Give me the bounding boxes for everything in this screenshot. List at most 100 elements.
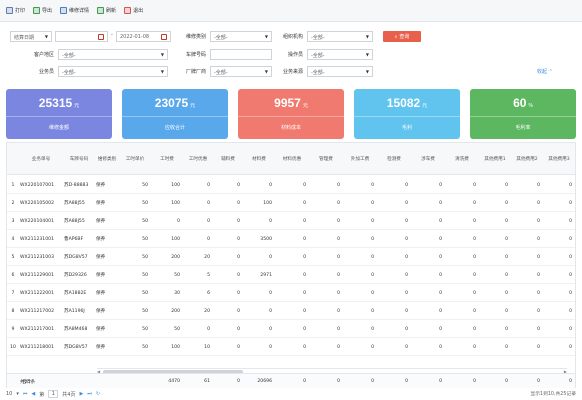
toolbar-button-2[interactable]: 维修详情 <box>60 7 89 14</box>
prev-page-icon[interactable]: ◀ <box>31 391 35 397</box>
card-number: 15082 <box>386 96 421 110</box>
table-cell: 0 <box>569 272 572 278</box>
table-cell: 0 <box>337 218 340 224</box>
totals-cell <box>119 374 151 389</box>
table-cell: 0 <box>505 254 508 260</box>
column-header[interactable]: 其他费用1 <box>479 143 511 175</box>
table-cell: 50 <box>174 272 180 278</box>
factory-select[interactable]: -全部- ▼ <box>210 66 272 77</box>
row-number: 2 <box>11 200 15 206</box>
table-cell: 0 <box>207 200 210 206</box>
table-row[interactable]: 5 WX211231003 苏DG8V57 保养 50 200 20 0 0 0 0 0 0 0 0 0 0 0 <box>7 248 575 266</box>
table-cell: 50 <box>142 218 148 224</box>
table-cell: 0 <box>207 182 210 188</box>
toolbar-button-1[interactable]: 导出 <box>33 7 52 14</box>
table-row[interactable]: 9 WX211217001 苏A8M468 保养 50 50 0 0 0 0 0 0 0 0 0 0 0 0 <box>7 320 575 338</box>
table-cell: 0 <box>207 218 210 224</box>
date-type-select[interactable]: 结算日期 ▼ <box>10 31 52 42</box>
toolbar-button-3[interactable]: 刷新 <box>97 7 116 14</box>
collapse-toggle[interactable]: 收起 ⌃ <box>537 68 553 75</box>
table-cell: 0 <box>371 218 374 224</box>
column-header[interactable]: 管理费 <box>309 143 343 175</box>
page-size-select[interactable]: 10 <box>6 391 12 397</box>
calendar-icon <box>98 34 104 40</box>
next-page-icon[interactable]: ▶ <box>79 391 83 397</box>
column-header[interactable]: 车牌号码 <box>63 143 95 175</box>
search-button[interactable]: ⌕ 查询 <box>383 31 421 42</box>
plate-input[interactable] <box>210 49 272 60</box>
table-cell: 50 <box>142 182 148 188</box>
search-icon: ⌕ <box>394 33 398 40</box>
table-cell: WX220105002 <box>20 200 54 206</box>
operator-select[interactable]: -全部- ▼ <box>307 49 373 60</box>
table-cell: 0 <box>439 272 442 278</box>
card-value: 60% <box>470 96 576 110</box>
table-row[interactable]: 1 WX220107001 苏D-88883 保养 50 100 0 0 0 0 0 0 0 0 0 0 0 0 <box>7 176 575 194</box>
table-cell: 20 <box>204 308 210 314</box>
column-header[interactable]: 工时费 <box>151 143 183 175</box>
table-cell: 0 <box>337 182 340 188</box>
table-cell: 0 <box>439 218 442 224</box>
summary-cards: 25315 元维修金额 23075 元应收合计 9957 元材料成本 15082 元毛利 60%… <box>6 89 576 139</box>
table-cell: 0 <box>405 308 408 314</box>
table-cell: 0 <box>303 290 306 296</box>
column-header[interactable]: 其他费用3 <box>543 143 575 175</box>
column-header[interactable]: 检测费 <box>377 143 411 175</box>
page-number-input[interactable]: 1 <box>48 390 59 398</box>
column-header[interactable]: 其他费用2 <box>511 143 543 175</box>
column-header[interactable]: 工时优惠 <box>183 143 213 175</box>
column-header[interactable]: 业务单号 <box>19 143 63 175</box>
totals-cell <box>63 374 95 389</box>
table-row[interactable]: 10 WX211218001 苏DG8V57 保养 50 100 10 0 0 0 0 0 0 0 0 0 0 0 <box>7 338 575 356</box>
last-page-icon[interactable]: ⏭ <box>87 391 92 397</box>
table-cell: 0 <box>237 308 240 314</box>
column-header[interactable]: 涉车费 <box>411 143 445 175</box>
staff-select[interactable]: -全部- ▼ <box>58 66 168 77</box>
table-cell: 0 <box>439 200 442 206</box>
refresh-icon[interactable]: ↻ <box>96 391 100 397</box>
region-select[interactable]: -全部- ▼ <box>58 49 168 60</box>
table-cell: 0 <box>269 308 272 314</box>
repair-type-label: 维修类别 <box>185 34 206 40</box>
chevron-down-icon: ▼ <box>160 52 164 57</box>
page-prefix: 第 <box>39 391 45 398</box>
table-cell: 0 <box>505 272 508 278</box>
date-end-field[interactable]: 2022-01-08 <box>116 31 171 42</box>
column-header[interactable]: 维修类别 <box>95 143 119 175</box>
column-header[interactable]: 材料优惠 <box>275 143 309 175</box>
table-row[interactable]: 7 WX211222001 苏A1882E 保养 50 30 6 0 0 0 0 0 0 0 0 0 0 0 <box>7 284 575 302</box>
table-cell: 50 <box>142 308 148 314</box>
date-start-field[interactable] <box>55 31 108 42</box>
table-cell: 0 <box>439 236 442 242</box>
search-button-label: 查询 <box>399 34 410 40</box>
column-header[interactable] <box>7 143 19 175</box>
card-divider <box>470 116 576 117</box>
first-page-icon[interactable]: ⏮ <box>23 391 28 397</box>
toolbar-button-0[interactable]: 打印 <box>6 7 25 14</box>
staff-label: 业务员 <box>38 69 54 75</box>
column-header[interactable]: 外加工费 <box>343 143 377 175</box>
table-row[interactable]: 4 WX211231001 鲁AP6BF 保养 50 100 0 0 3500 0 0 0 0 0 0 0 0 0 <box>7 230 575 248</box>
table-row[interactable]: 6 WX211229001 苏D29326 保养 50 50 5 0 2971 0 0 0 0 0 0 0 0 0 <box>7 266 575 284</box>
column-header[interactable]: 工时单价 <box>119 143 151 175</box>
column-header[interactable]: 辅料费 <box>213 143 243 175</box>
toolbar-button-4[interactable]: 退出 <box>124 7 143 14</box>
row-number: 9 <box>11 326 15 332</box>
repair-type-select[interactable]: -全部- ▼ <box>210 31 272 42</box>
org-select[interactable]: -全部- ▼ <box>307 31 373 42</box>
column-header[interactable]: 材料费 <box>243 143 275 175</box>
table-cell: 50 <box>142 344 148 350</box>
column-header[interactable]: 清洗费 <box>445 143 479 175</box>
table-row[interactable]: 8 WX211217002 苏A1196J 保养 50 200 20 0 0 0 0 0 0 0 0 0 0 0 <box>7 302 575 320</box>
operator-label: 操作员 <box>287 52 303 58</box>
table-cell: 0 <box>473 272 476 278</box>
table-row[interactable]: 2 WX220105002 苏A88J55 保养 50 100 0 0 100 0 0 0 0 0 0 0 0 0 <box>7 194 575 212</box>
table-cell: 0 <box>237 254 240 260</box>
source-select[interactable]: -全部- ▼ <box>307 66 373 77</box>
table-cell: 0 <box>439 290 442 296</box>
chevron-down-icon: ▾ <box>16 391 19 397</box>
toolbar-button-label: 打印 <box>15 8 26 14</box>
table-cell: 0 <box>177 218 180 224</box>
table-row[interactable]: 3 WX220104001 苏A88J55 保养 50 0 0 0 0 0 0 0 0 0 0 0 0 0 <box>7 212 575 230</box>
pager-info: 显示1到10,共25记录 <box>530 392 576 397</box>
